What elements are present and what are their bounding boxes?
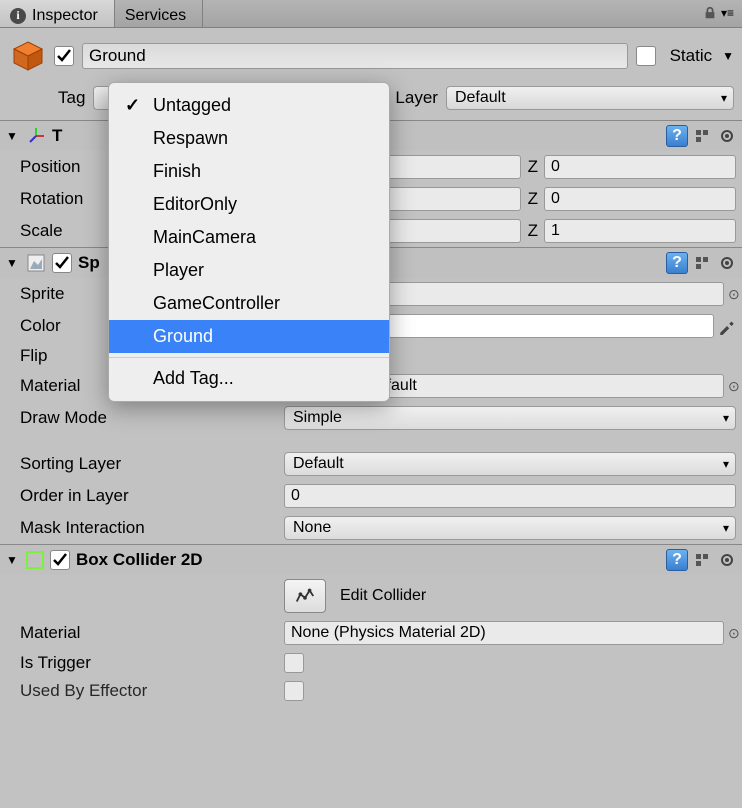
box-collider-title: Box Collider 2D — [76, 550, 660, 570]
used-by-effector-checkbox[interactable] — [284, 681, 304, 701]
layer-value: Default — [455, 89, 506, 107]
edit-collider-label: Edit Collider — [340, 587, 426, 605]
box-collider-component: ▼ Box Collider 2D ? Edit Collider Materi… — [0, 544, 742, 705]
help-icon[interactable]: ? — [666, 549, 688, 571]
used-by-effector-label: Used By Effector — [20, 681, 280, 701]
gear-icon[interactable] — [718, 254, 736, 272]
preset-icon[interactable] — [694, 254, 712, 272]
panel-lock-area: ▾≡ — [703, 6, 734, 20]
preset-icon[interactable] — [694, 551, 712, 569]
preset-icon[interactable] — [694, 127, 712, 145]
sorting-layer-dropdown[interactable]: Default — [284, 452, 736, 476]
tab-services[interactable]: Services — [115, 0, 203, 27]
popup-item-gamecontroller[interactable]: GameController — [109, 287, 389, 320]
is-trigger-label: Is Trigger — [20, 653, 280, 673]
gear-icon[interactable] — [718, 551, 736, 569]
collider-material-row: Material None (Physics Material 2D) ⊙ — [0, 617, 742, 649]
z-label: Z — [525, 157, 540, 177]
is-trigger-checkbox[interactable] — [284, 653, 304, 673]
gameobject-name-input[interactable] — [82, 43, 628, 69]
static-label: Static — [664, 46, 715, 66]
edit-collider-button[interactable] — [284, 579, 326, 613]
gear-icon[interactable] — [718, 127, 736, 145]
order-in-layer-label: Order in Layer — [20, 486, 280, 506]
draw-mode-row: Draw Mode Simple — [0, 402, 742, 434]
static-dropdown-arrow[interactable]: ▼ — [722, 49, 734, 63]
tag-label: Tag — [58, 88, 85, 108]
cube-icon[interactable] — [10, 38, 46, 74]
layer-dropdown[interactable]: Default — [446, 86, 734, 110]
is-trigger-row: Is Trigger — [0, 649, 742, 677]
sprite-renderer-enabled-checkbox[interactable] — [52, 253, 72, 273]
lock-icon[interactable] — [703, 6, 717, 20]
static-checkbox[interactable] — [636, 46, 656, 66]
position-z-input[interactable] — [544, 155, 736, 179]
sorting-layer-row: Sorting Layer Default — [0, 448, 742, 480]
popup-separator — [109, 357, 389, 358]
info-icon: i — [10, 8, 26, 24]
popup-item-respawn[interactable]: Respawn — [109, 122, 389, 155]
mask-interaction-value: None — [293, 519, 331, 537]
tab-services-label: Services — [125, 7, 186, 25]
draw-mode-value: Simple — [293, 409, 342, 427]
popup-item-finish[interactable]: Finish — [109, 155, 389, 188]
tab-bar: i Inspector Services ▾≡ — [0, 0, 742, 28]
foldout-icon[interactable]: ▼ — [6, 129, 20, 143]
foldout-icon[interactable]: ▼ — [6, 553, 20, 567]
edit-collider-row: Edit Collider — [0, 575, 742, 617]
popup-item-editoronly[interactable]: EditorOnly — [109, 188, 389, 221]
sprite-icon — [26, 253, 46, 273]
tab-inspector[interactable]: i Inspector — [0, 0, 115, 27]
panel-menu-icon[interactable]: ▾≡ — [721, 6, 734, 20]
box-collider-icon — [26, 551, 44, 569]
gameobject-header: Static ▼ — [0, 28, 742, 84]
foldout-icon[interactable]: ▼ — [6, 256, 20, 270]
object-picker-icon[interactable]: ⊙ — [728, 286, 736, 303]
popup-add-tag[interactable]: Add Tag... — [109, 362, 389, 395]
rotation-z-input[interactable] — [544, 187, 736, 211]
collider-material-value: None (Physics Material 2D) — [291, 624, 486, 642]
mask-interaction-dropdown[interactable]: None — [284, 516, 736, 540]
transform-icon — [26, 126, 46, 146]
draw-mode-dropdown[interactable]: Simple — [284, 406, 736, 430]
popup-item-untagged[interactable]: Untagged — [109, 89, 389, 122]
collider-material-label: Material — [20, 623, 280, 643]
order-in-layer-input[interactable] — [284, 484, 736, 508]
popup-item-ground[interactable]: Ground — [109, 320, 389, 353]
gameobject-active-checkbox[interactable] — [54, 46, 74, 66]
layer-label: Layer — [395, 88, 438, 108]
tab-inspector-label: Inspector — [32, 7, 98, 25]
object-picker-icon[interactable]: ⊙ — [728, 625, 736, 642]
popup-item-player[interactable]: Player — [109, 254, 389, 287]
sorting-layer-label: Sorting Layer — [20, 454, 280, 474]
help-icon[interactable]: ? — [666, 125, 688, 147]
scale-z-input[interactable] — [544, 219, 736, 243]
help-icon[interactable]: ? — [666, 252, 688, 274]
mask-interaction-row: Mask Interaction None — [0, 512, 742, 544]
object-picker-icon[interactable]: ⊙ — [728, 378, 736, 395]
collider-material-field[interactable]: None (Physics Material 2D) — [284, 621, 724, 645]
box-collider-header[interactable]: ▼ Box Collider 2D ? — [0, 545, 742, 575]
order-in-layer-row: Order in Layer — [0, 480, 742, 512]
sorting-layer-value: Default — [293, 455, 344, 473]
z-label: Z — [525, 189, 540, 209]
z-label: Z — [525, 221, 540, 241]
draw-mode-label: Draw Mode — [20, 408, 280, 428]
tag-popup: UntaggedRespawnFinishEditorOnlyMainCamer… — [108, 82, 390, 402]
box-collider-enabled-checkbox[interactable] — [50, 550, 70, 570]
eyedropper-icon[interactable] — [718, 317, 736, 335]
mask-interaction-label: Mask Interaction — [20, 518, 280, 538]
used-by-effector-row: Used By Effector — [0, 677, 742, 705]
popup-item-maincamera[interactable]: MainCamera — [109, 221, 389, 254]
